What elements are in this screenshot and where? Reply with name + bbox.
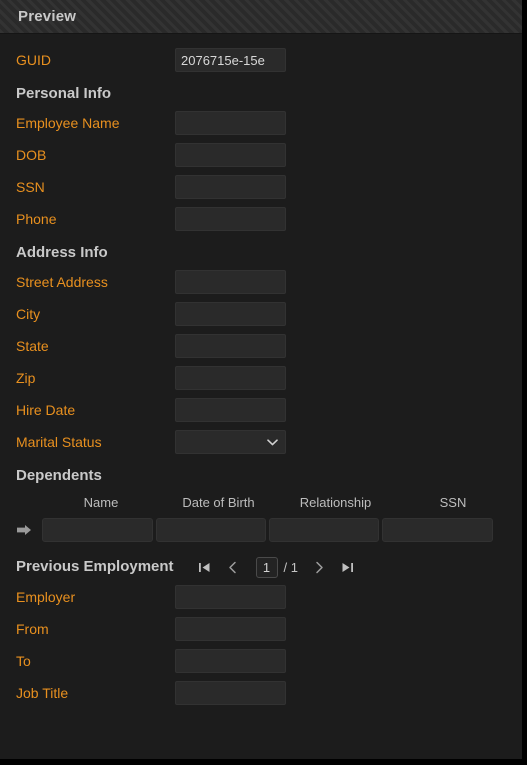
panel-title: Preview xyxy=(18,8,77,25)
section-heading-dependents: Dependents xyxy=(16,467,102,484)
field-row-job-title: Job Title xyxy=(0,677,522,709)
chevron-down-icon xyxy=(267,433,278,451)
hire-date-input[interactable] xyxy=(175,398,286,422)
street-address-input[interactable] xyxy=(175,270,286,294)
field-row-zip: Zip xyxy=(0,362,522,394)
phone-input[interactable] xyxy=(175,207,286,231)
to-input[interactable] xyxy=(175,649,286,673)
field-row-city: City xyxy=(0,298,522,330)
field-row-to: To xyxy=(0,645,522,677)
section-heading-previous-employment: Previous Employment xyxy=(16,558,174,575)
employee-name-label: Employee Name xyxy=(16,115,120,131)
field-row-employer: Employer xyxy=(0,581,522,613)
employee-name-input[interactable] xyxy=(175,111,286,135)
phone-label: Phone xyxy=(16,211,57,227)
zip-input[interactable] xyxy=(175,366,286,390)
column-header-ssn: SSN xyxy=(439,494,467,510)
previous-employment-header: Previous Employment / 1 xyxy=(0,555,522,579)
dependents-grid-header: Name Date of Birth Relationship SSN xyxy=(0,489,522,515)
from-label: From xyxy=(16,621,49,637)
hire-date-label: Hire Date xyxy=(16,402,76,418)
dependent-relationship-input[interactable] xyxy=(269,518,379,542)
from-input[interactable] xyxy=(175,617,286,641)
page-number-input[interactable] xyxy=(255,556,278,578)
dependent-name-input[interactable] xyxy=(42,518,153,542)
panel-header: Preview xyxy=(0,0,522,34)
field-row-guid: GUID xyxy=(0,44,522,76)
first-page-icon[interactable] xyxy=(192,556,218,578)
previous-page-icon[interactable] xyxy=(220,556,246,578)
dependent-dob-input[interactable] xyxy=(156,518,266,542)
dependent-ssn-input[interactable] xyxy=(382,518,493,542)
dob-input[interactable] xyxy=(175,143,286,167)
city-input[interactable] xyxy=(175,302,286,326)
preview-panel: Preview GUID Personal Info Employee Name… xyxy=(0,0,527,765)
column-header-relationship: Relationship xyxy=(299,494,372,510)
field-row-from: From xyxy=(0,613,522,645)
state-label: State xyxy=(16,338,49,354)
table-row[interactable] xyxy=(0,515,522,545)
form-body: GUID Personal Info Employee Name DOB SSN… xyxy=(0,34,522,709)
city-label: City xyxy=(16,306,41,322)
field-row-ssn: SSN xyxy=(0,171,522,203)
job-title-input[interactable] xyxy=(175,681,286,705)
section-heading-personal-info: Personal Info xyxy=(16,85,112,102)
row-pointer-icon xyxy=(16,524,42,536)
field-row-state: State xyxy=(0,330,522,362)
pagination-control: / 1 xyxy=(192,556,360,578)
field-row-dob: DOB xyxy=(0,139,522,171)
zip-label: Zip xyxy=(16,370,36,386)
field-row-marital-status: Marital Status xyxy=(0,426,522,458)
field-row-phone: Phone xyxy=(0,203,522,235)
guid-label: GUID xyxy=(16,52,51,68)
state-input[interactable] xyxy=(175,334,286,358)
guid-input[interactable] xyxy=(175,48,286,72)
column-header-date-of-birth: Date of Birth xyxy=(182,494,255,510)
ssn-label: SSN xyxy=(16,179,45,195)
next-page-icon[interactable] xyxy=(306,556,332,578)
employer-label: Employer xyxy=(16,589,76,605)
street-address-label: Street Address xyxy=(16,274,108,290)
field-row-hire-date: Hire Date xyxy=(0,394,522,426)
to-label: To xyxy=(16,653,31,669)
ssn-input[interactable] xyxy=(175,175,286,199)
last-page-icon[interactable] xyxy=(334,556,360,578)
marital-status-label: Marital Status xyxy=(16,434,102,450)
page-total-label: / 1 xyxy=(283,559,299,575)
dob-label: DOB xyxy=(16,147,47,163)
field-row-street-address: Street Address xyxy=(0,266,522,298)
job-title-label: Job Title xyxy=(16,685,69,701)
employer-input[interactable] xyxy=(175,585,286,609)
column-header-name: Name xyxy=(83,494,119,510)
marital-status-select[interactable] xyxy=(175,430,286,454)
field-row-employee-name: Employee Name xyxy=(0,107,522,139)
section-heading-address-info: Address Info xyxy=(16,244,108,261)
